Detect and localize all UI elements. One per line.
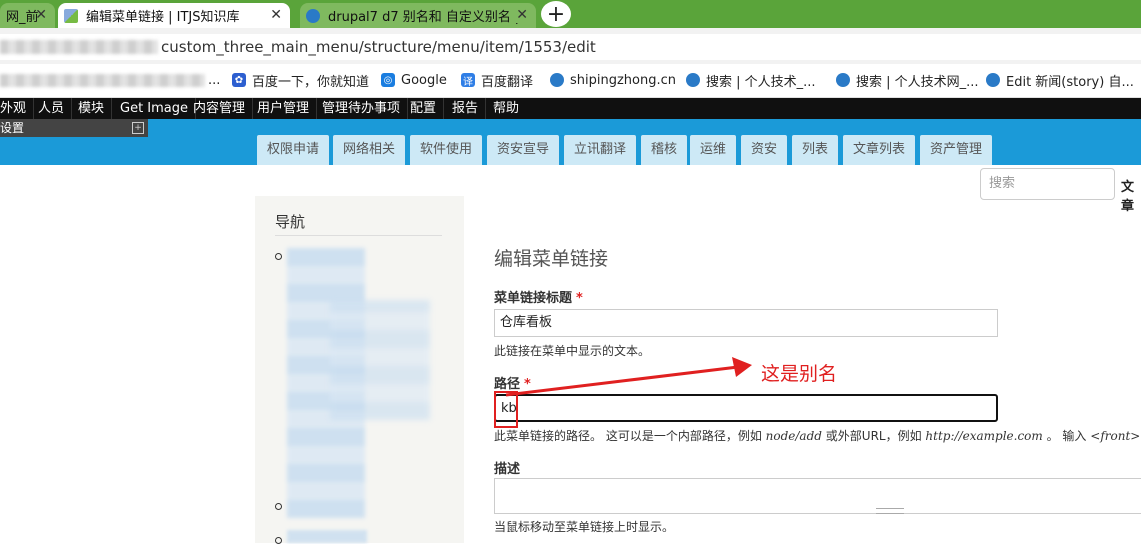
new-tab-button[interactable]: +	[541, 1, 571, 27]
bookmark-item[interactable]: 译 百度翻译	[461, 71, 534, 90]
bookmark-item[interactable]: Edit 新闻(story) 自...	[986, 71, 1134, 90]
link-title-input[interactable]: 仓库看板	[494, 309, 998, 337]
address-bar[interactable]: custom_three_main_menu/structure/menu/it…	[0, 34, 1141, 60]
bookmark-item[interactable]: 搜索 | 个人技术网_...	[836, 71, 979, 90]
bookmark-item[interactable]: ...	[0, 71, 220, 89]
close-icon[interactable]: ✕	[270, 7, 282, 23]
bookmark-label: shipingzhong.cn	[570, 72, 677, 88]
shortcut-bar[interactable]: 设置 +	[0, 119, 148, 137]
main-nav-tab[interactable]: 运维	[690, 135, 737, 165]
description-label: 描述	[494, 462, 521, 477]
bookmark-item[interactable]: ✿ 百度一下，你就知道	[232, 71, 370, 90]
admin-menu-item[interactable]: Get Image	[113, 98, 197, 119]
bookmark-item[interactable]: ◎ Google	[381, 71, 447, 89]
article-link[interactable]: 文章	[1121, 176, 1141, 214]
page-title: 编辑菜单链接	[494, 248, 609, 270]
shortcut-label: 设置	[0, 121, 25, 135]
main-nav-tab[interactable]: 立讯翻译	[564, 135, 637, 165]
main-nav-tab[interactable]: 权限申请	[257, 135, 330, 165]
browser-tab-active[interactable]: 编辑菜单链接 | ITJS知识库 ✕	[58, 3, 290, 28]
blurred-menu-list	[287, 530, 367, 543]
main-nav-tab[interactable]: 列表	[792, 135, 839, 165]
bookmark-item[interactable]: 搜索 | 个人技术_...	[686, 71, 816, 90]
sidebar-title: 导航	[275, 213, 306, 231]
path-description: 此菜单链接的路径。 这可以是一个内部路径，例如 node/add 或外部URL，…	[494, 427, 1141, 444]
bookmark-label: 搜索 | 个人技术_...	[706, 74, 816, 90]
globe-icon: ◎	[381, 73, 395, 87]
main-nav-tab[interactable]: 资产管理	[920, 135, 993, 165]
main-nav-tab[interactable]: 资安	[741, 135, 788, 165]
admin-menu-item[interactable]: 配置	[403, 98, 445, 119]
admin-menu-item[interactable]: 管理待办事项	[315, 98, 409, 119]
desc-text: 此菜单链接的路径。 这可以是一个内部路径，例如	[494, 429, 762, 443]
desc-example: node/add	[765, 429, 822, 443]
admin-menu-item[interactable]: 人员	[31, 98, 73, 119]
bookmark-label: ...	[208, 72, 221, 88]
bookmark-label: 百度一下，你就知道	[252, 74, 370, 90]
tab-label: drupal7 d7 别名和 自定义别名 p	[328, 10, 524, 25]
baidu-paw-icon: ✿	[232, 73, 246, 87]
close-icon[interactable]: ✕	[512, 7, 528, 23]
search-input[interactable]: 搜索	[980, 168, 1115, 200]
bookmark-label: Edit 新闻(story) 自...	[1006, 74, 1134, 90]
drupal-icon	[986, 73, 1000, 87]
main-nav-tab[interactable]: 稽核	[641, 135, 688, 165]
admin-menu-item[interactable]: 报告	[445, 98, 487, 119]
bookmark-label: Google	[401, 72, 447, 88]
translate-icon: 译	[461, 73, 475, 88]
bookmark-item[interactable]: shipingzhong.cn	[550, 71, 676, 89]
browser-tab[interactable]: 网_前 ✕	[0, 3, 55, 28]
blurred-bookmark	[0, 73, 205, 87]
main-nav-tab[interactable]: 资安宣导	[487, 135, 560, 165]
main-nav-tab[interactable]: 软件使用	[410, 135, 483, 165]
description-textarea[interactable]	[494, 478, 1141, 514]
drupal-icon	[550, 73, 564, 87]
drupal-favicon-icon	[306, 8, 320, 23]
plus-icon[interactable]: +	[132, 122, 144, 134]
address-text: custom_three_main_menu/structure/menu/it…	[161, 38, 596, 56]
close-icon[interactable]: ✕	[35, 7, 47, 23]
blurred-url-prefix	[0, 40, 158, 54]
bookmark-label: 搜索 | 个人技术网_...	[856, 74, 979, 90]
drupal-icon	[686, 73, 700, 87]
sidebar-divider	[275, 235, 442, 236]
main-nav-tab[interactable]: 文章列表	[843, 135, 916, 165]
bookmark-label: 百度翻译	[481, 74, 534, 90]
main-nav-tab[interactable]: 网络相关	[333, 135, 406, 165]
desc-example: <front>	[1090, 429, 1141, 443]
annotation-arrow-icon	[505, 357, 752, 397]
resize-grip-icon[interactable]	[876, 508, 904, 514]
blurred-menu-list	[330, 300, 430, 420]
admin-menu-item[interactable]: 帮助	[486, 98, 526, 119]
link-title-label: 菜单链接标题 *	[494, 287, 583, 306]
bullet	[275, 503, 282, 510]
drupal-icon	[836, 73, 850, 87]
description-help: 当鼠标移动至菜单链接上时显示。	[494, 520, 675, 534]
admin-menu-item[interactable]: 用户管理	[250, 98, 318, 119]
bullet	[275, 253, 282, 260]
label-text: 菜单链接标题	[494, 291, 573, 306]
admin-menu-item[interactable]: 内容管理	[186, 98, 254, 119]
desc-example: http://example.com	[925, 429, 1043, 443]
desc-text: 或外部URL，例如	[825, 429, 922, 443]
desc-text: 。 输入	[1046, 429, 1087, 443]
annotation-text: 这是别名	[761, 363, 838, 385]
admin-menu-item[interactable]: 外观	[0, 98, 35, 119]
tab-label: 编辑菜单链接 | ITJS知识库	[86, 10, 240, 25]
tab-label: 网_前	[6, 10, 39, 25]
site-favicon-icon	[64, 8, 78, 23]
browser-tab[interactable]: drupal7 d7 别名和 自定义别名 p ✕	[300, 3, 536, 28]
admin-menu-item[interactable]: 模块	[71, 98, 113, 119]
required-mark: *	[576, 291, 583, 306]
